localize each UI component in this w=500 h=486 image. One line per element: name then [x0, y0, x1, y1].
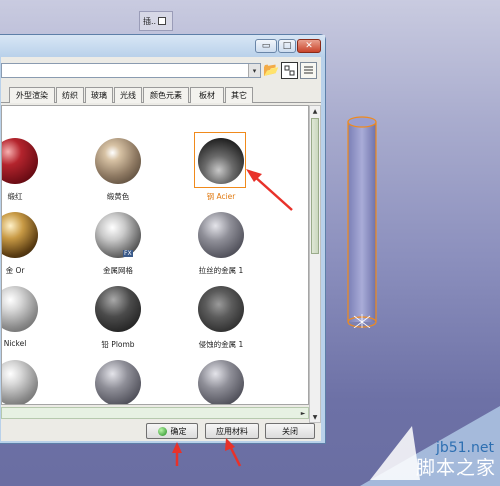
site-watermark: jb51.net 脚本之家	[360, 406, 500, 486]
watermark-name: 脚本之家	[415, 457, 496, 479]
